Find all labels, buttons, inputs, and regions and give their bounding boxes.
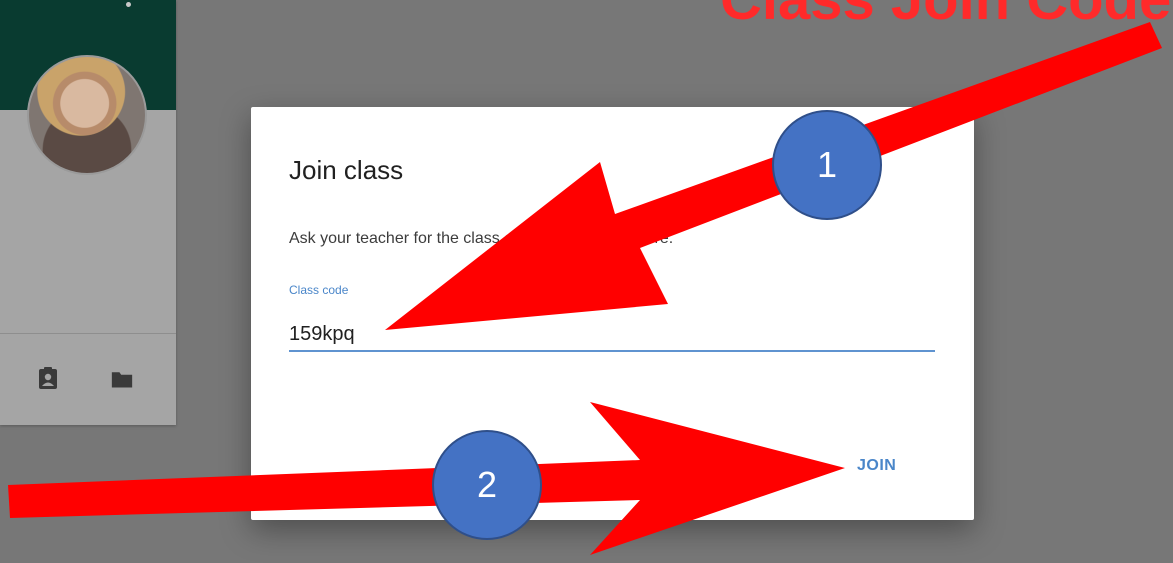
annotation-heading: Class Join Code	[720, 0, 1171, 33]
class-code-label: Class code	[289, 283, 349, 297]
class-code-input[interactable]	[289, 318, 935, 352]
assignment-ind-icon[interactable]	[37, 367, 59, 389]
folder-icon[interactable]	[111, 368, 133, 390]
join-class-dialog: Join class Ask your teacher for the clas…	[251, 107, 974, 520]
teacher-avatar	[27, 55, 147, 175]
cancel-button[interactable]: CANCEL	[721, 453, 807, 479]
join-button[interactable]: JOIN	[849, 453, 904, 479]
more-options-icon[interactable]	[126, 2, 131, 7]
class-card	[0, 0, 176, 425]
dialog-description: Ask your teacher for the class code, the…	[289, 230, 674, 247]
dialog-title: Join class	[289, 155, 404, 185]
card-divider	[0, 333, 176, 334]
